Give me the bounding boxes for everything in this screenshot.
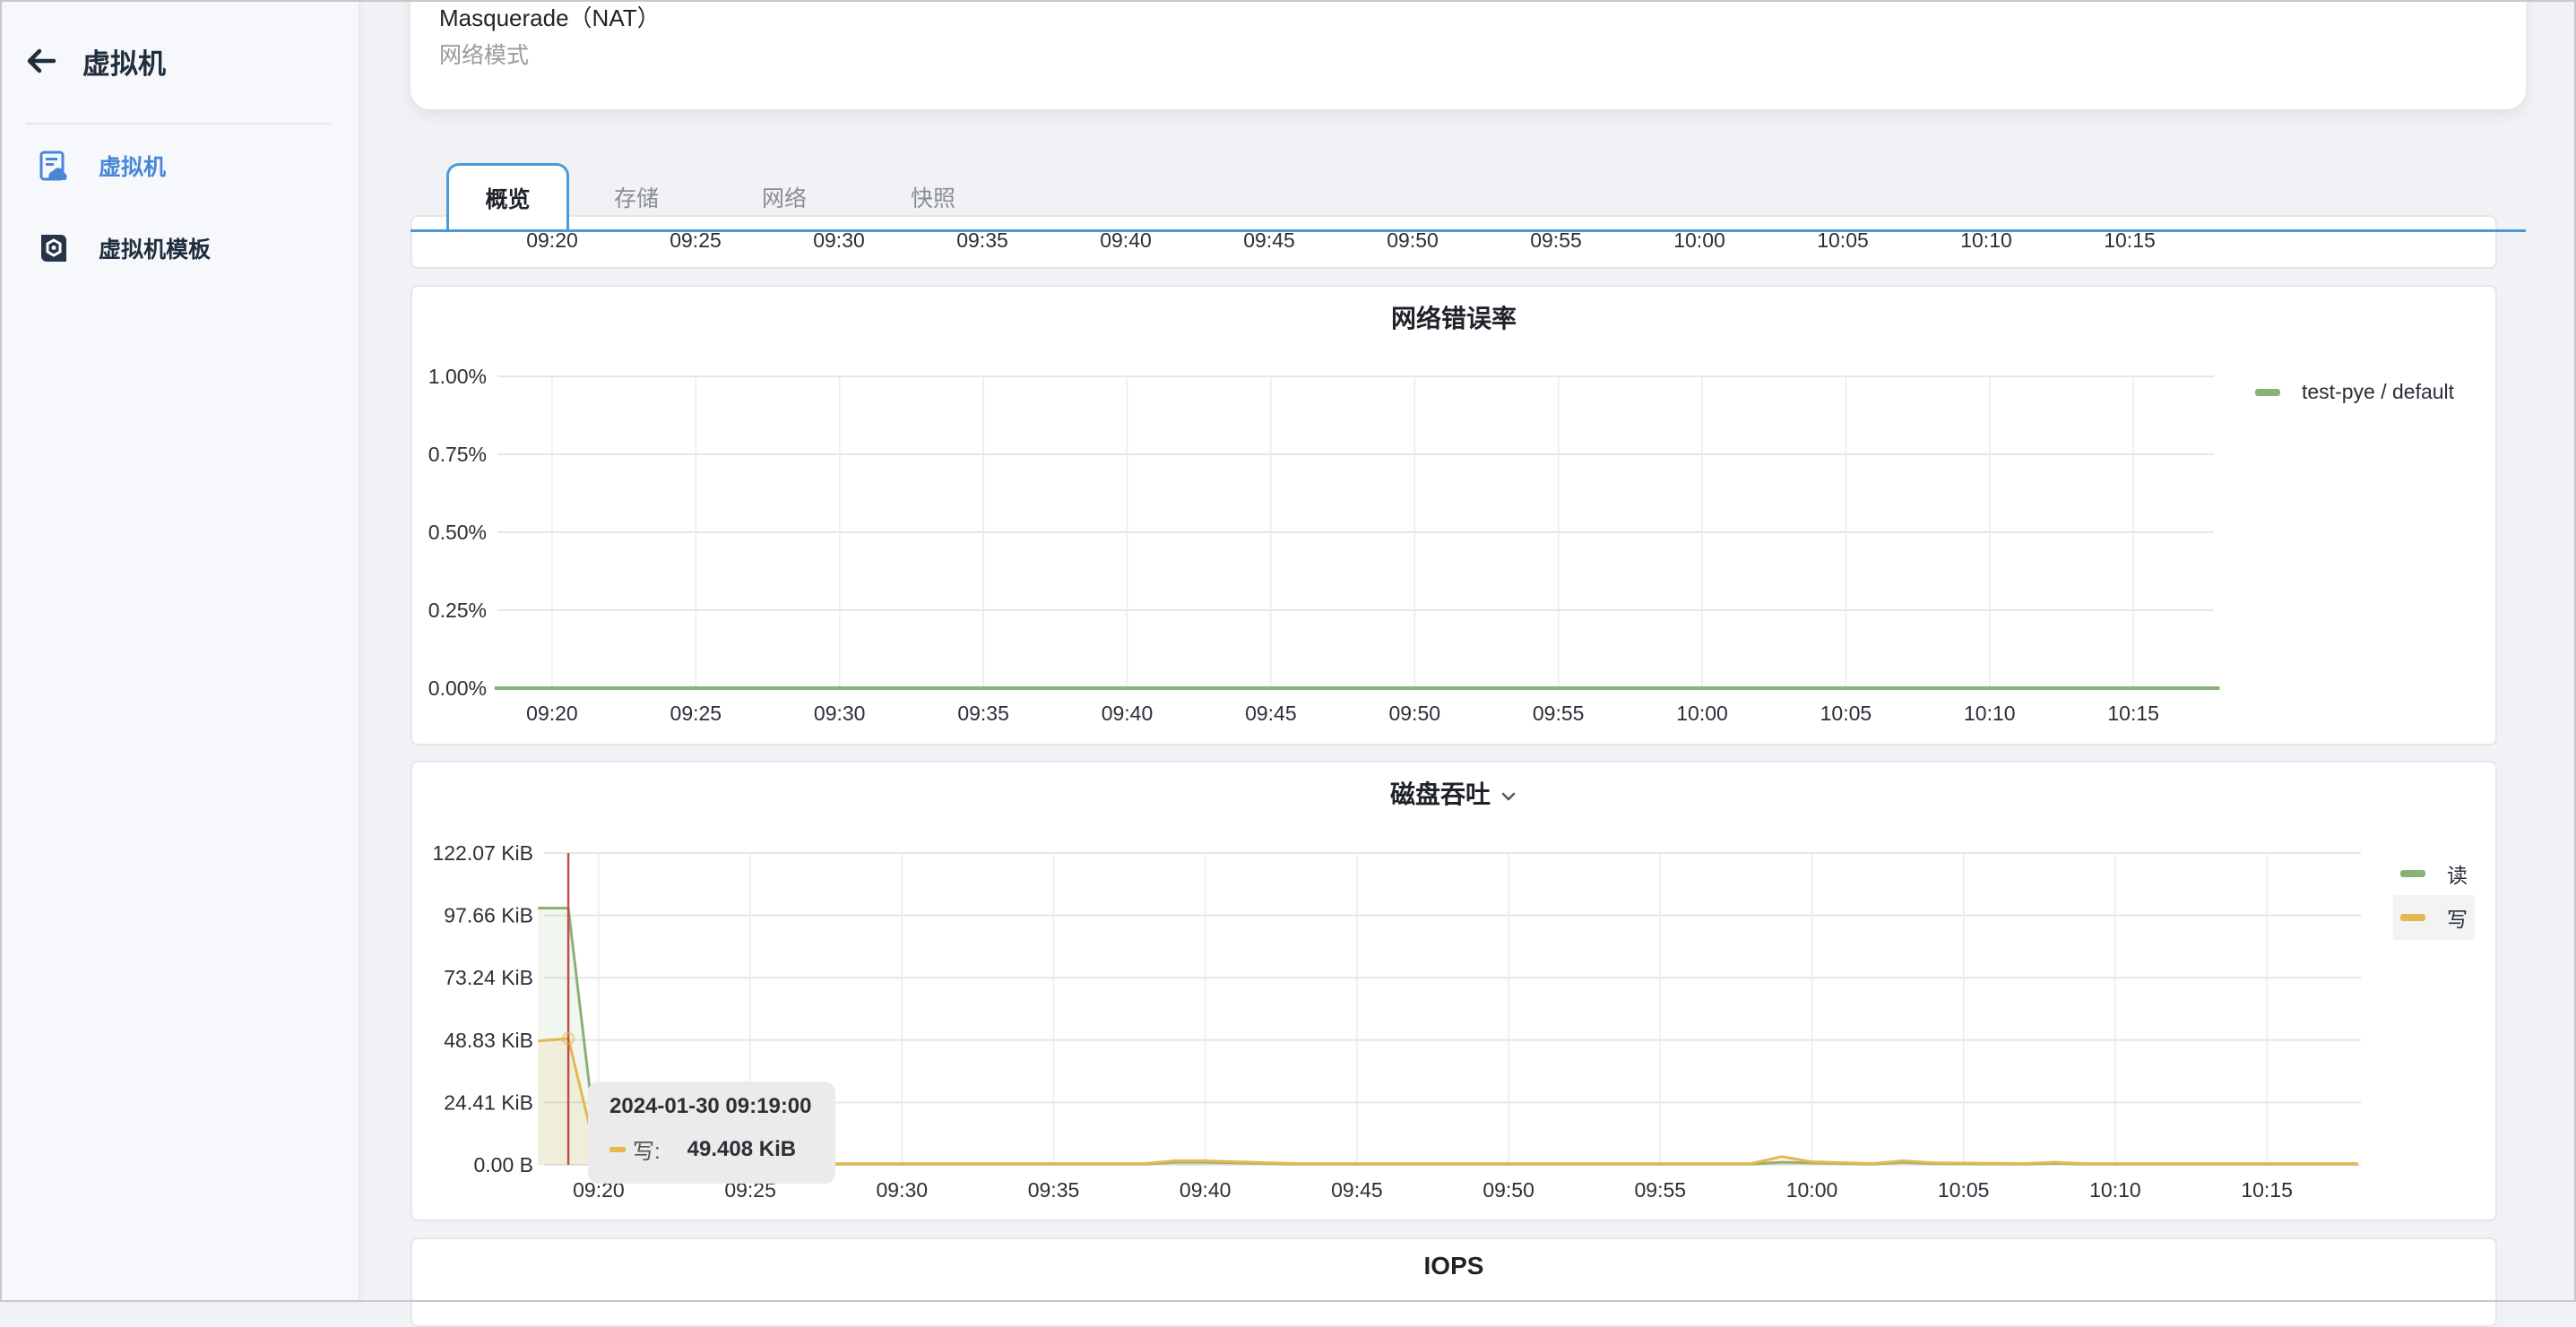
sidebar: 虚拟机 虚拟机 虚拟机模板 xyxy=(0,0,359,1302)
sidebar-item-vm[interactable]: 虚拟机 xyxy=(0,139,359,193)
sidebar-item-label: 虚拟机 xyxy=(99,155,167,180)
legend-label: test-pye / default xyxy=(2302,380,2455,403)
network-error-rate-chart: 0.00% 0.25% 0.50% 0.75% 1.00% 09:20 09:25 09:30… xyxy=(428,365,2220,725)
x-tick-label: 10:05 xyxy=(1938,1178,1990,1202)
x-tick-label: 09:25 xyxy=(670,702,722,725)
legend-item-read[interactable]: 读 xyxy=(2393,856,2475,892)
y-tick-label: 24.41 KiB xyxy=(444,1090,533,1114)
tab-storage[interactable]: 存储 xyxy=(578,163,695,231)
x-tick-label: 09:55 xyxy=(1533,702,1585,725)
legend-item-write[interactable]: 写 xyxy=(2393,895,2475,940)
legend-swatch xyxy=(2255,388,2280,396)
network-mode-label: 网络模式 xyxy=(439,43,530,68)
tooltip-value: 49.408 KiB xyxy=(687,1136,797,1161)
x-tick-label: 09:45 xyxy=(1245,702,1297,725)
legend-swatch xyxy=(2400,870,2425,877)
sidebar-title: 虚拟机 xyxy=(82,48,166,80)
y-tick-label: 122.07 KiB xyxy=(432,841,533,865)
tab-snapshot[interactable]: 快照 xyxy=(875,163,991,231)
y-tick-label: 0.00% xyxy=(428,676,487,700)
x-tick-label: 10:00 xyxy=(1786,1178,1838,1202)
x-tick-label: 10:15 xyxy=(2107,702,2159,725)
arrow-left-icon xyxy=(27,48,56,73)
iops-card: IOPS xyxy=(411,1237,2497,1327)
network-mode-card: Masquerade（NAT） 网络模式 xyxy=(411,0,2526,109)
x-tick-label: 09:55 xyxy=(1635,1178,1687,1202)
legend-label: 读 xyxy=(2447,864,2468,887)
x-tick-label: 10:00 xyxy=(1676,702,1728,725)
x-tick-label: 09:40 xyxy=(1102,702,1154,725)
vm-cloud-icon xyxy=(39,151,67,181)
x-tick-label: 09:45 xyxy=(1331,1178,1383,1202)
x-tick-label: 09:35 xyxy=(957,702,1009,725)
y-tick-label: 0.00 B xyxy=(474,1153,534,1176)
x-tick-label: 09:30 xyxy=(877,1178,929,1202)
legend-label: 写 xyxy=(2447,908,2468,931)
tooltip-series: 写: xyxy=(633,1140,661,1164)
tab-bar: 概览 存储 网络 快照 xyxy=(411,163,2526,232)
x-tick-label: 09:40 xyxy=(1180,1178,1232,1202)
y-tick-label: 97.66 KiB xyxy=(444,904,533,927)
sidebar-item-label: 虚拟机模板 xyxy=(99,237,212,263)
x-tick-label: 09:35 xyxy=(1028,1178,1080,1202)
y-tick-label: 1.00% xyxy=(428,365,487,388)
back-button[interactable] xyxy=(23,43,59,79)
legend-swatch xyxy=(2400,914,2425,921)
tooltip-time: 2024-01-30 09:19:00 xyxy=(609,1094,812,1118)
network-error-rate-card: 网络错误率 0.00% 0.25% 0.50% 0.75% 1.00% 09:20 09:2… xyxy=(411,285,2497,745)
y-tick-label: 0.75% xyxy=(428,443,487,466)
y-tick-label: 0.50% xyxy=(428,521,487,544)
y-tick-label: 0.25% xyxy=(428,599,487,622)
x-tick-label: 09:50 xyxy=(1482,1178,1534,1202)
x-tick-label: 09:20 xyxy=(526,702,578,725)
x-tick-label: 09:50 xyxy=(1388,702,1440,725)
x-tick-label: 09:30 xyxy=(814,702,866,725)
x-tick-label: 10:10 xyxy=(2089,1178,2141,1202)
disk-throughput-card: 磁盘吞吐 0.00 B 24.41 KiB 48.83 KiB 73.24 KiB 97… xyxy=(411,761,2497,1221)
tab-network[interactable]: 网络 xyxy=(726,163,843,231)
x-tick-label: 10:05 xyxy=(1820,702,1872,725)
vm-template-icon xyxy=(41,235,66,262)
chart-tooltip: 2024-01-30 09:19:00 写: 49.408 KiB xyxy=(588,1081,835,1184)
sidebar-item-vm-template[interactable]: 虚拟机模板 xyxy=(0,221,359,275)
y-tick-label: 48.83 KiB xyxy=(444,1029,533,1052)
sidebar-divider xyxy=(26,123,331,125)
legend-item[interactable]: test-pye / default xyxy=(2255,380,2454,404)
x-tick-label: 10:10 xyxy=(1964,702,2016,725)
tooltip-swatch xyxy=(609,1146,626,1152)
chart-title: IOPS xyxy=(1423,1252,1484,1280)
x-tick-label: 10:15 xyxy=(2241,1178,2293,1202)
y-tick-label: 73.24 KiB xyxy=(444,966,533,989)
network-mode-value: Masquerade（NAT） xyxy=(439,4,661,31)
tab-overview[interactable]: 概览 xyxy=(446,163,569,229)
